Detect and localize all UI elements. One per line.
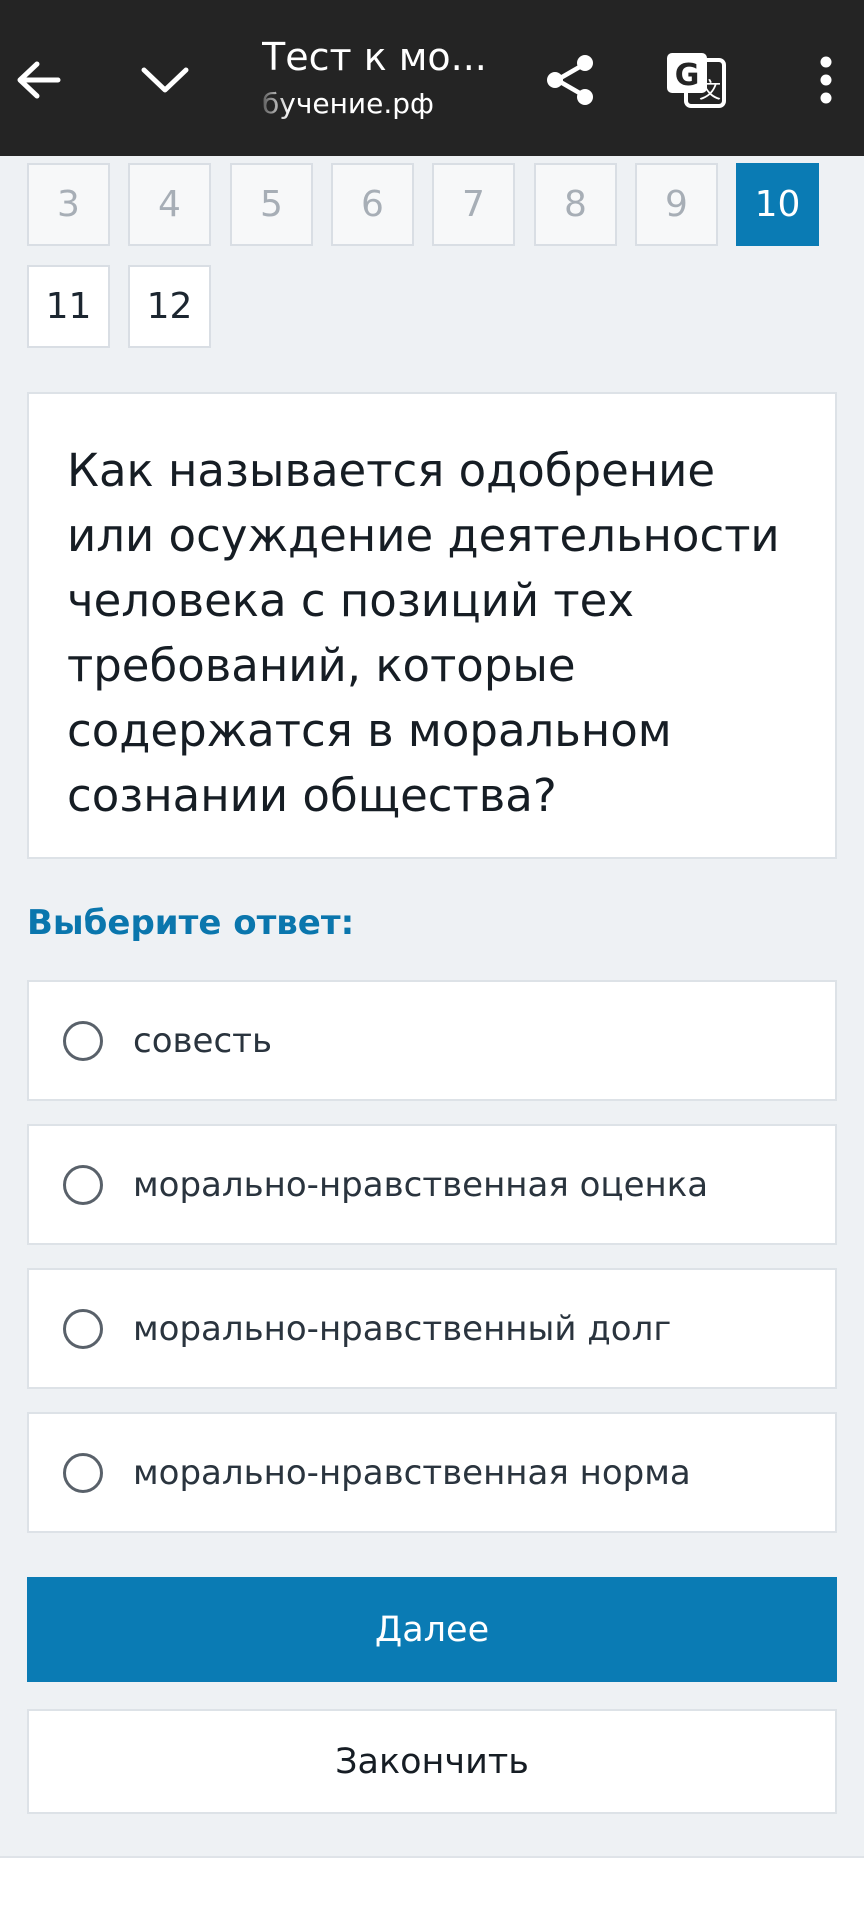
page-url: бучение.рф bbox=[262, 87, 434, 120]
question-number-9[interactable]: 9 bbox=[635, 163, 718, 246]
answer-option[interactable]: морально-нравственная норма bbox=[27, 1412, 837, 1533]
question-number-12[interactable]: 12 bbox=[128, 265, 211, 348]
answer-option[interactable]: морально-нравственная оценка bbox=[27, 1124, 837, 1245]
radio-button-icon[interactable] bbox=[63, 1452, 103, 1493]
svg-text:G: G bbox=[675, 58, 700, 93]
answer-option[interactable]: морально-нравственный долг bbox=[27, 1268, 837, 1389]
chevron-down-icon[interactable] bbox=[130, 40, 200, 120]
bottom-panel bbox=[0, 1856, 864, 1920]
back-arrow-icon[interactable] bbox=[8, 40, 68, 120]
answer-option-label: морально-нравственный долг bbox=[133, 1308, 672, 1349]
answer-option-label: морально-нравственная норма bbox=[133, 1452, 691, 1493]
radio-button-icon[interactable] bbox=[63, 1308, 103, 1349]
browser-toolbar: Тест к мо... бучение.рф G 文 bbox=[0, 0, 864, 156]
question-number-8[interactable]: 8 bbox=[534, 163, 617, 246]
question-number-11[interactable]: 11 bbox=[27, 265, 110, 348]
question-number-10-current[interactable]: 10 bbox=[736, 163, 819, 246]
translate-icon[interactable]: G 文 bbox=[660, 40, 732, 120]
svg-text:文: 文 bbox=[699, 79, 721, 104]
question-number-7[interactable]: 7 bbox=[432, 163, 515, 246]
finish-button[interactable]: Закончить bbox=[27, 1709, 837, 1814]
question-number-4[interactable]: 4 bbox=[128, 163, 211, 246]
question-number-5[interactable]: 5 bbox=[230, 163, 313, 246]
page-title-block[interactable]: Тест к мо... бучение.рф bbox=[262, 30, 522, 130]
question-number-3[interactable]: 3 bbox=[27, 163, 110, 246]
next-button[interactable]: Далее bbox=[27, 1577, 837, 1682]
answer-option-label: совесть bbox=[133, 1020, 272, 1061]
answer-prompt: Выберите ответ: bbox=[27, 903, 355, 943]
radio-button-icon[interactable] bbox=[63, 1020, 103, 1061]
question-text: Как называется одобрение или осуждение д… bbox=[67, 444, 780, 822]
page-title: Тест к мо... bbox=[262, 35, 487, 79]
radio-button-icon[interactable] bbox=[63, 1164, 103, 1205]
answer-option[interactable]: совесть bbox=[27, 980, 837, 1101]
question-card: Как называется одобрение или осуждение д… bbox=[27, 392, 837, 859]
share-icon[interactable] bbox=[540, 40, 600, 120]
question-number-6[interactable]: 6 bbox=[331, 163, 414, 246]
more-vertical-icon[interactable] bbox=[806, 40, 846, 120]
answer-option-label: морально-нравственная оценка bbox=[133, 1164, 709, 1205]
